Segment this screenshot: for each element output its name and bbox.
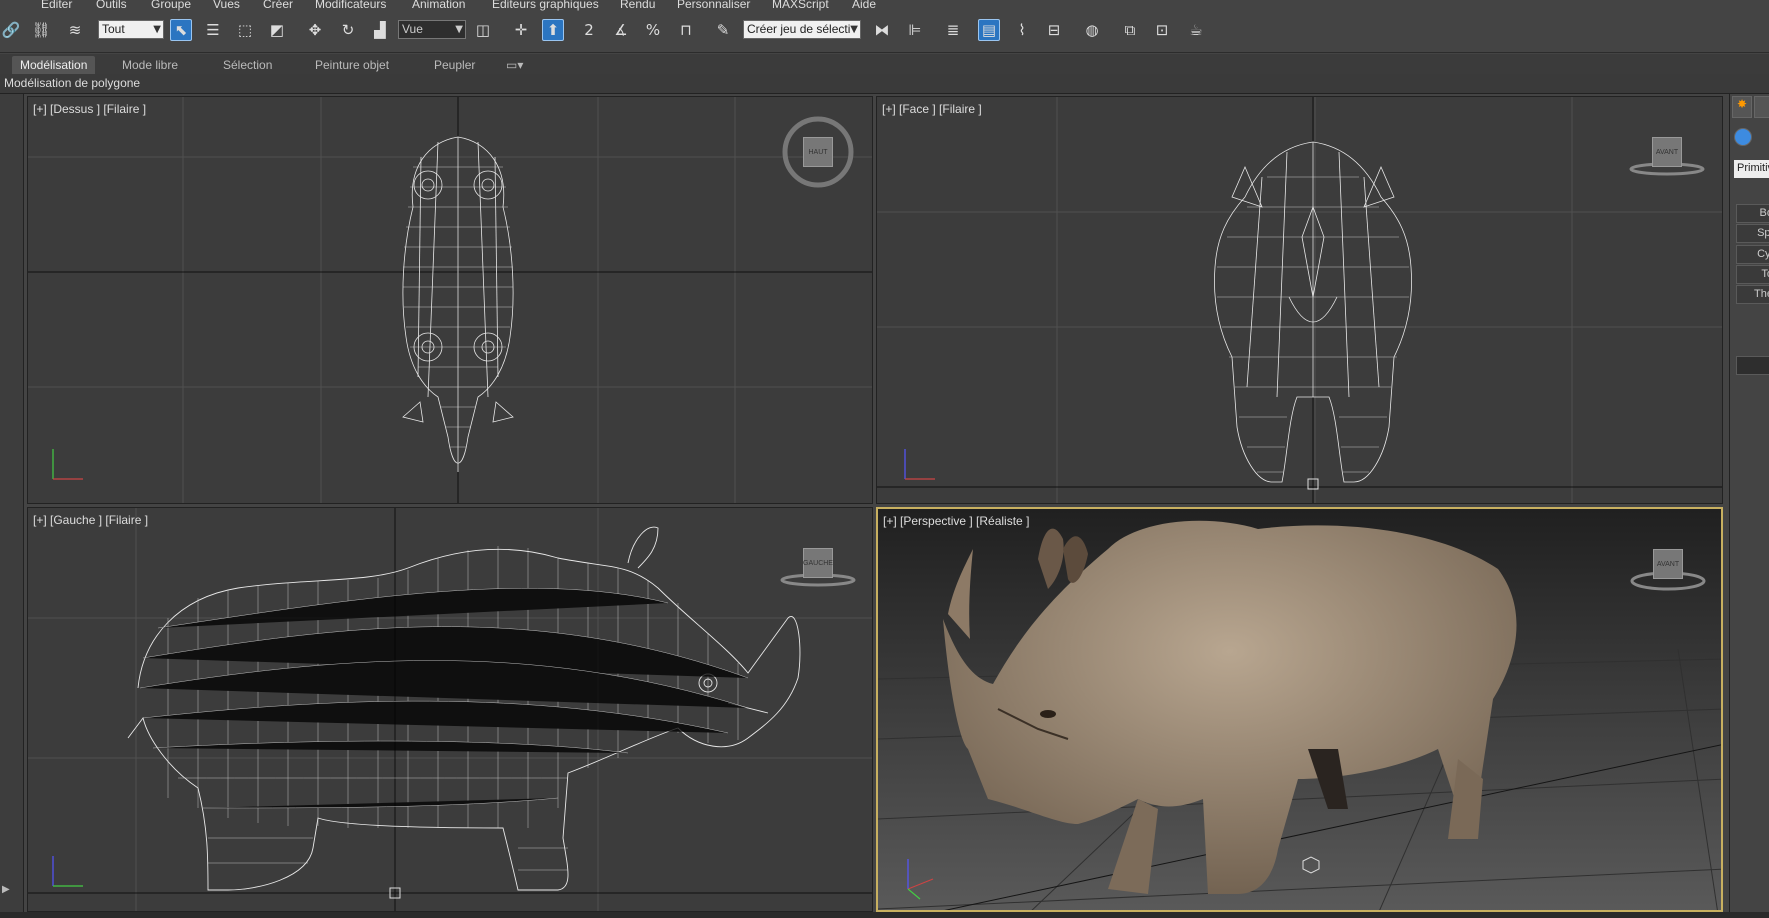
top-view-wireframe <box>28 97 872 503</box>
tab-modeling[interactable]: Modélisation <box>12 56 96 74</box>
link-icon[interactable]: 🔗 <box>0 19 22 41</box>
viewcube-left-label: GAUCHE <box>803 559 833 567</box>
play-icon[interactable]: ▶ <box>2 884 18 902</box>
menu-views[interactable]: Vues <box>213 0 240 11</box>
chevron-down-icon: ▼ <box>455 24 463 35</box>
menu-maxscript[interactable]: MAXScript <box>772 0 829 11</box>
left-view-wireframe <box>28 508 872 911</box>
polygon-modeling-label[interactable]: Modélisation de polygone <box>4 76 140 90</box>
box-button[interactable]: Bo <box>1736 204 1769 223</box>
percent-snap-label: % <box>645 21 661 39</box>
bind-spacewarp-icon[interactable]: ≋ <box>64 19 86 41</box>
menu-create[interactable]: Créer <box>263 0 293 11</box>
select-by-name-icon[interactable]: ☰ <box>202 19 224 41</box>
viewcube-left[interactable]: GAUCHE <box>803 548 833 578</box>
viewcube-front-label: AVANT <box>1655 148 1679 156</box>
reference-coordinate-dropdown[interactable]: Vue ▼ <box>398 20 466 39</box>
name-field[interactable] <box>1736 356 1769 375</box>
cylinder-button[interactable]: Cyl <box>1736 245 1769 264</box>
select-object-icon[interactable]: ⬉ <box>170 19 192 41</box>
front-view-wireframe <box>877 97 1722 503</box>
mirror-icon[interactable]: ⧓ <box>871 19 893 41</box>
tab-freeform[interactable]: Mode libre <box>114 56 186 74</box>
modify-tab-icon[interactable] <box>1754 96 1769 118</box>
sphere-button[interactable]: Spl <box>1736 224 1769 243</box>
viewport-left-label[interactable]: [+] [Gauche ] [Filaire ] <box>33 513 148 527</box>
percent-snap-icon[interactable]: % <box>642 19 664 41</box>
select-manipulate-icon[interactable]: ✛ <box>510 19 532 41</box>
tab-selection[interactable]: Sélection <box>215 56 280 74</box>
viewport-top-label[interactable]: [+] [Dessus ] [Filaire ] <box>33 102 146 116</box>
edit-named-selection-icon[interactable]: ✎ <box>712 19 734 41</box>
ribbon-options-icon[interactable]: ▭▾ <box>498 56 531 74</box>
move-icon[interactable]: ✥ <box>304 19 326 41</box>
rotate-icon[interactable]: ↻ <box>337 19 359 41</box>
menu-animation[interactable]: Animation <box>412 0 465 11</box>
menu-graph-editors[interactable]: Editeurs graphiques <box>492 0 599 11</box>
menu-group[interactable]: Groupe <box>151 0 191 11</box>
viewport-top[interactable]: HAUT [+] [Dessus ] [Filaire ] <box>27 96 873 504</box>
tab-object-paint[interactable]: Peinture objet <box>307 56 397 74</box>
snaps-toggle-label: 2 <box>584 21 594 39</box>
align-icon[interactable]: ⊫ <box>904 19 926 41</box>
chevron-down-icon: ▼ <box>850 24 858 35</box>
render-setup-icon[interactable]: ⧉ <box>1119 19 1141 41</box>
curve-editor-icon[interactable]: ⌇ <box>1011 19 1033 41</box>
viewcube-perspective[interactable]: AVANT <box>1653 549 1683 579</box>
menu-rendering[interactable]: Rendu <box>620 0 655 11</box>
pivot-center-icon[interactable]: ◫ <box>472 19 494 41</box>
named-selection-set-dropdown[interactable]: Créer jeu de sélecti ▼ <box>743 20 861 39</box>
viewport-perspective-label[interactable]: [+] [Perspective ] [Réaliste ] <box>883 514 1029 528</box>
viewport-front[interactable]: AVANT [+] [Face ] [Filaire ] <box>876 96 1723 504</box>
render-production-icon[interactable]: ☕ <box>1185 19 1207 41</box>
selection-filter-value: Tout <box>102 22 125 36</box>
viewcube-top-label: HAUT <box>808 148 828 156</box>
toggle-ribbon-icon[interactable]: ▤ <box>978 19 1000 41</box>
chevron-down-icon: ▼ <box>153 24 161 35</box>
main-toolbar: 🔗 ⛓ ≋ Tout ▼ ⬉ ☰ ⬚ ◩ ✥ ↻ ▟ Vue ▼ ◫ ✛ ⬆ 2 ∡… <box>0 11 1769 53</box>
menu-edit[interactable]: Editer <box>41 0 72 11</box>
window-crossing-icon[interactable]: ◩ <box>266 19 288 41</box>
create-tab-icon[interactable]: ✸ <box>1732 96 1752 118</box>
keyboard-shortcut-override-icon[interactable]: ⬆ <box>542 19 564 41</box>
viewport-left[interactable]: GAUCHE [+] [Gauche ] [Filaire ] <box>27 507 873 912</box>
material-editor-icon[interactable]: ◍ <box>1081 19 1103 41</box>
named-selection-set-placeholder: Créer jeu de sélecti <box>747 22 851 36</box>
menu-help[interactable]: Aide <box>852 0 876 11</box>
teapot-button[interactable]: The <box>1736 285 1769 304</box>
angle-snap-icon[interactable]: ∡ <box>610 19 632 41</box>
status-bar <box>0 912 1769 918</box>
viewport-perspective[interactable]: AVANT [+] [Perspective ] [Réaliste ] <box>876 507 1723 912</box>
menu-tools[interactable]: Outils <box>96 0 127 11</box>
tab-populate[interactable]: Peupler <box>426 56 483 74</box>
ribbon-tabs: Modélisation Mode libre Sélection Peintu… <box>0 54 1769 74</box>
geometry-icon[interactable] <box>1734 128 1752 146</box>
ribbon-panel: Modélisation de polygone <box>0 74 1769 94</box>
reference-coordinate-value: Vue <box>402 22 423 36</box>
perspective-view-render <box>878 509 1721 910</box>
geometry-type-dropdown[interactable]: Primitiv <box>1734 160 1769 178</box>
torus-button[interactable]: To <box>1736 265 1769 284</box>
scale-icon[interactable]: ▟ <box>369 19 391 41</box>
rendered-frame-window-icon[interactable]: ⊡ <box>1151 19 1173 41</box>
command-panel: ✸ Primitiv Bo Spl Cyl To The <box>1729 94 1769 918</box>
layer-explorer-icon[interactable]: ≣ <box>942 19 964 41</box>
viewcube-front[interactable]: AVANT <box>1652 137 1682 167</box>
viewcube-perspective-label: AVANT <box>1656 560 1680 568</box>
schematic-view-icon[interactable]: ⊟ <box>1043 19 1065 41</box>
viewport-front-label[interactable]: [+] [Face ] [Filaire ] <box>882 102 982 116</box>
selection-filter-dropdown[interactable]: Tout ▼ <box>98 20 164 39</box>
rectangular-selection-icon[interactable]: ⬚ <box>234 19 256 41</box>
menu-customize[interactable]: Personnaliser <box>677 0 750 11</box>
left-toolstrip <box>0 94 24 918</box>
snaps-toggle-icon[interactable]: 2 <box>578 19 600 41</box>
menu-bar: Editer Outils Groupe Vues Créer Modifica… <box>0 0 1769 11</box>
viewcube-top[interactable]: HAUT <box>803 137 833 167</box>
unlink-icon[interactable]: ⛓ <box>30 19 52 41</box>
menu-modifiers[interactable]: Modificateurs <box>315 0 386 11</box>
spinner-snap-icon[interactable]: ⊓ <box>675 19 697 41</box>
